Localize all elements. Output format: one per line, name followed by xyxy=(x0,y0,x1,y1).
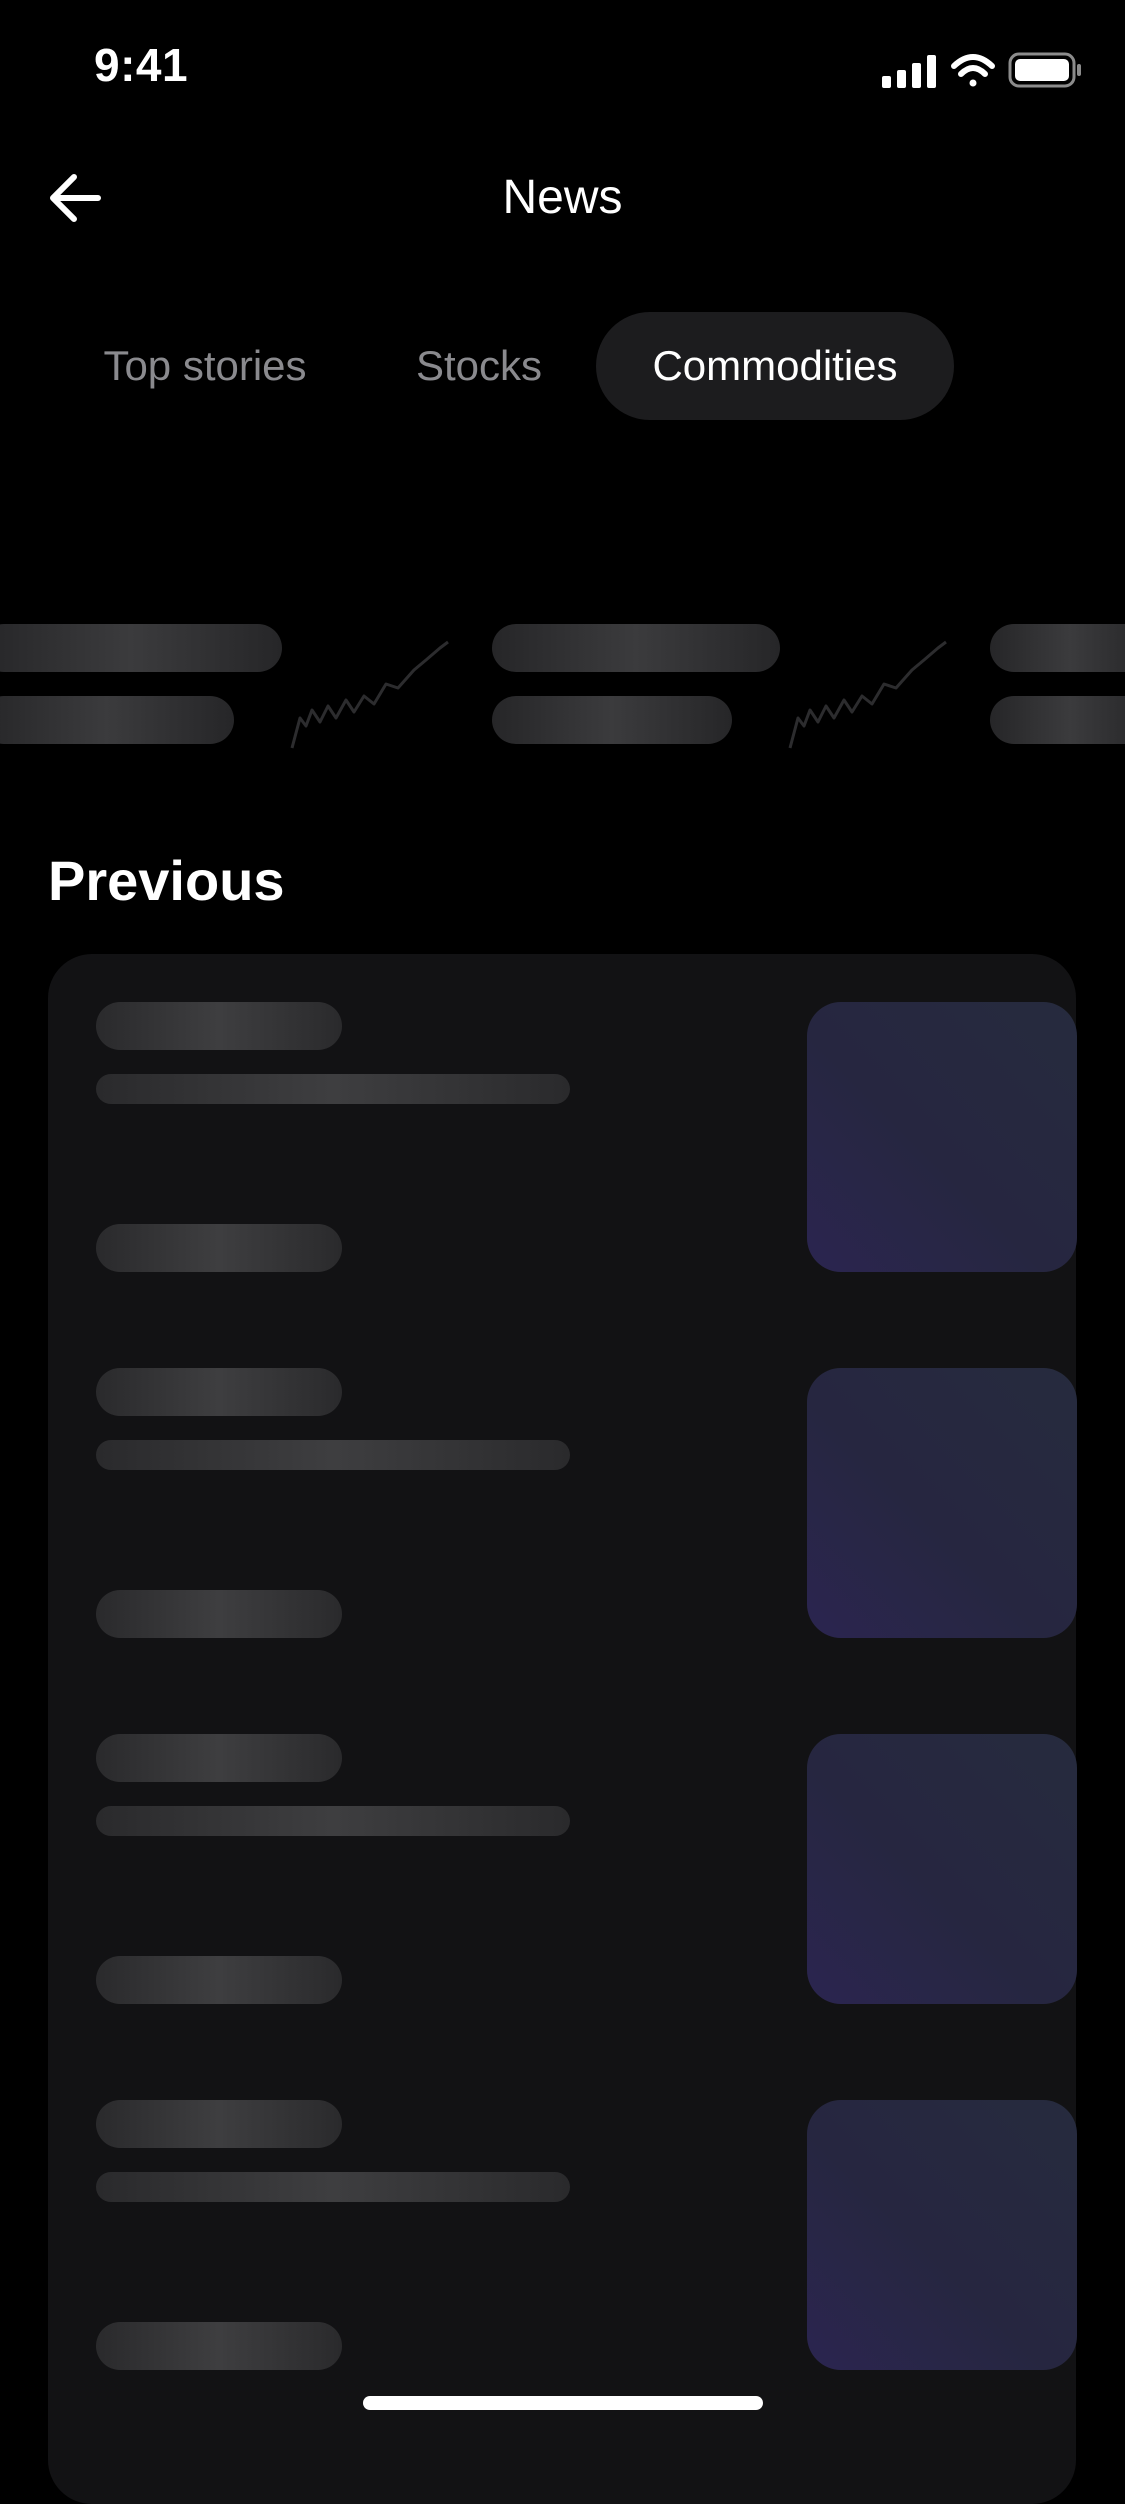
thumbnail-skeleton xyxy=(807,2100,1077,2370)
status-time: 9:41 xyxy=(94,39,189,91)
ticker-skeleton-line xyxy=(492,696,732,744)
ticker-skeleton-line xyxy=(0,696,234,744)
meta-skeleton xyxy=(96,1590,342,1638)
tab-commodities[interactable]: Commodities xyxy=(596,312,954,420)
ticker-skeleton-line xyxy=(0,624,282,672)
news-item-skeleton[interactable] xyxy=(96,2100,1077,2370)
previous-news-card xyxy=(48,954,1077,2504)
subtitle-skeleton xyxy=(96,1074,570,1104)
meta-skeleton xyxy=(96,1224,342,1272)
section-title-previous: Previous xyxy=(48,849,285,912)
home-indicator[interactable] xyxy=(363,2396,763,2410)
subtitle-skeleton xyxy=(96,1806,570,1836)
headline-skeleton xyxy=(96,2100,342,2148)
tab-top-stories[interactable]: Top stories xyxy=(64,312,346,420)
ticker-skeleton-line xyxy=(990,624,1125,672)
headline-skeleton xyxy=(96,1368,342,1416)
subtitle-skeleton xyxy=(96,2172,570,2202)
sparkline-chart xyxy=(290,640,449,749)
cellular-signal-icon xyxy=(882,55,936,88)
thumbnail-skeleton xyxy=(807,1002,1077,1272)
battery-icon xyxy=(1008,52,1081,88)
news-item-skeleton[interactable] xyxy=(96,1368,1077,1638)
news-item-skeleton[interactable] xyxy=(96,1002,1077,1272)
status-icons xyxy=(882,52,1081,88)
headline-skeleton xyxy=(96,1002,342,1050)
meta-skeleton xyxy=(96,2322,342,2370)
meta-skeleton xyxy=(96,1956,342,2004)
tab-stocks[interactable]: Stocks xyxy=(374,312,584,420)
ticker-skeleton-line xyxy=(492,624,780,672)
ticker-skeleton-line xyxy=(990,696,1125,744)
thumbnail-skeleton xyxy=(807,1368,1077,1638)
news-item-skeleton[interactable] xyxy=(96,1734,1077,2004)
sparkline-chart xyxy=(788,640,947,749)
thumbnail-skeleton xyxy=(807,1734,1077,2004)
subtitle-skeleton xyxy=(96,1440,570,1470)
wifi-icon xyxy=(951,54,995,87)
headline-skeleton xyxy=(96,1734,342,1782)
page-title: News xyxy=(502,171,623,224)
